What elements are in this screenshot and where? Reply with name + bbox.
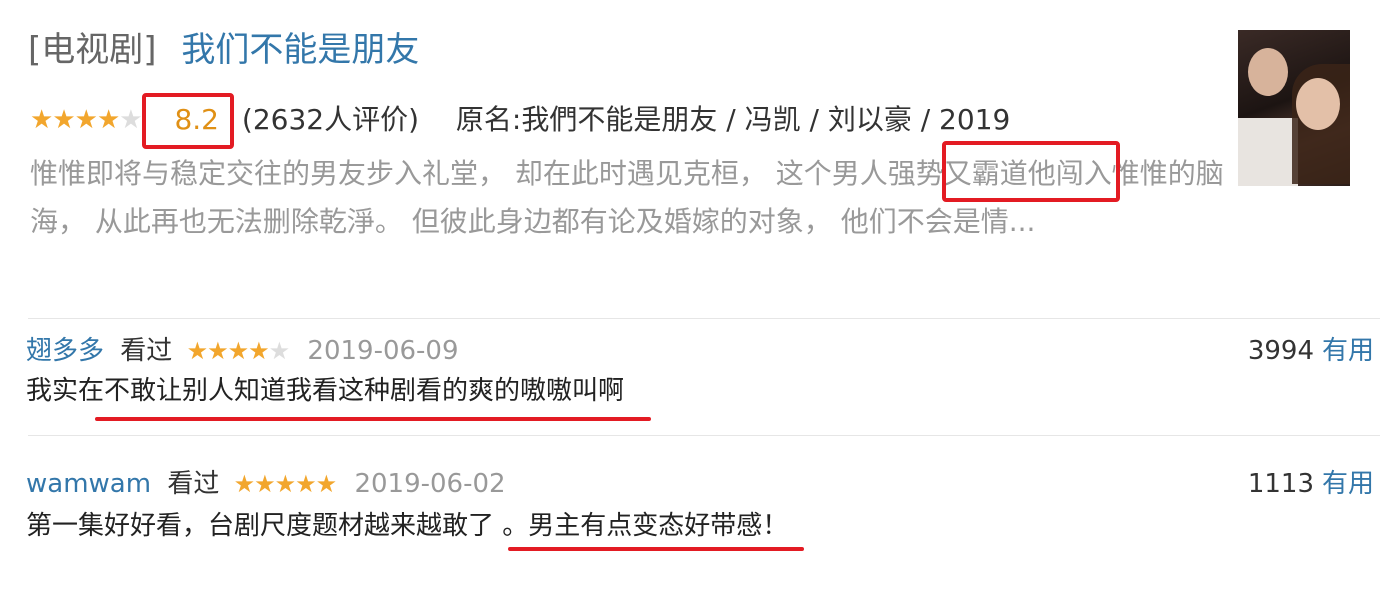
star-icon: ★ xyxy=(295,470,316,498)
comment-underline xyxy=(508,547,804,551)
comment-action: 看过 xyxy=(167,469,220,499)
useful-button[interactable]: 有用 xyxy=(1322,336,1374,366)
comment-date: 2019-06-02 xyxy=(354,469,506,499)
star-icon: ★ xyxy=(254,470,275,498)
poster-figure-female xyxy=(1296,78,1340,130)
comment-text: 第一集好好看，台剧尺度题材越来越敢了 。男主有点变态好带感！ xyxy=(26,511,789,541)
star-icon: ★ xyxy=(315,470,337,498)
drama-poster-image[interactable] xyxy=(1238,30,1350,186)
phrase-highlight-box xyxy=(942,141,1120,202)
vote-count: 1113 xyxy=(1247,469,1314,499)
useful-button[interactable]: 有用 xyxy=(1322,469,1374,499)
comment-user-link[interactable]: 翅多多 xyxy=(26,336,104,366)
comment-header: wamwam 看过 ★★★★★ 2019-06-02 xyxy=(26,466,506,502)
comment-stars: ★★★★★ xyxy=(186,337,291,365)
divider xyxy=(28,318,1380,319)
comment-underline xyxy=(95,417,651,421)
comment-text: 我实在不敢让别人知道我看这种剧看的爽的嗷嗷叫啊 xyxy=(26,376,625,406)
star-icon: ★ xyxy=(274,470,296,498)
star-icon: ★ xyxy=(207,337,228,365)
comment-stars: ★★★★★ xyxy=(233,470,338,498)
star-icon: ★ xyxy=(248,337,269,365)
rating-count: (2632人评价) xyxy=(241,103,420,136)
star-icon: ★ xyxy=(233,470,255,498)
comment-header: 翅多多 看过 ★★★★★ 2019-06-09 xyxy=(26,333,459,369)
poster-figure-male xyxy=(1248,48,1288,96)
star-icon: ★ xyxy=(186,337,208,365)
comment-date: 2019-06-09 xyxy=(307,336,459,366)
star-icon: ★ xyxy=(96,105,120,135)
original-info: 原名:我們不能是朋友 / 冯凯 / 刘以豪 / 2019 xyxy=(455,103,1011,136)
item-title-link[interactable]: 我们不能是朋友 xyxy=(181,30,419,70)
comment-action: 看过 xyxy=(120,336,173,366)
star-empty-icon: ★ xyxy=(119,105,142,135)
comment-votes: 1113 有用 xyxy=(1248,466,1374,502)
star-icon: ★ xyxy=(52,105,75,135)
page-title: [电视剧] 我们不能是朋友 xyxy=(28,28,419,72)
star-icon: ★ xyxy=(30,105,53,135)
rating-highlight-box xyxy=(142,93,234,149)
star-empty-icon: ★ xyxy=(268,337,290,365)
star-icon: ★ xyxy=(227,337,249,365)
vote-count: 3994 xyxy=(1247,336,1314,366)
comment-user-link[interactable]: wamwam xyxy=(26,469,151,499)
divider xyxy=(28,435,1380,436)
poster-shirt xyxy=(1238,118,1298,186)
star-icon: ★ xyxy=(74,105,98,135)
item-type-label: [电视剧] xyxy=(28,30,157,70)
comment-votes: 3994 有用 xyxy=(1248,333,1374,369)
rating-stars: ★★★★★ xyxy=(30,100,143,140)
